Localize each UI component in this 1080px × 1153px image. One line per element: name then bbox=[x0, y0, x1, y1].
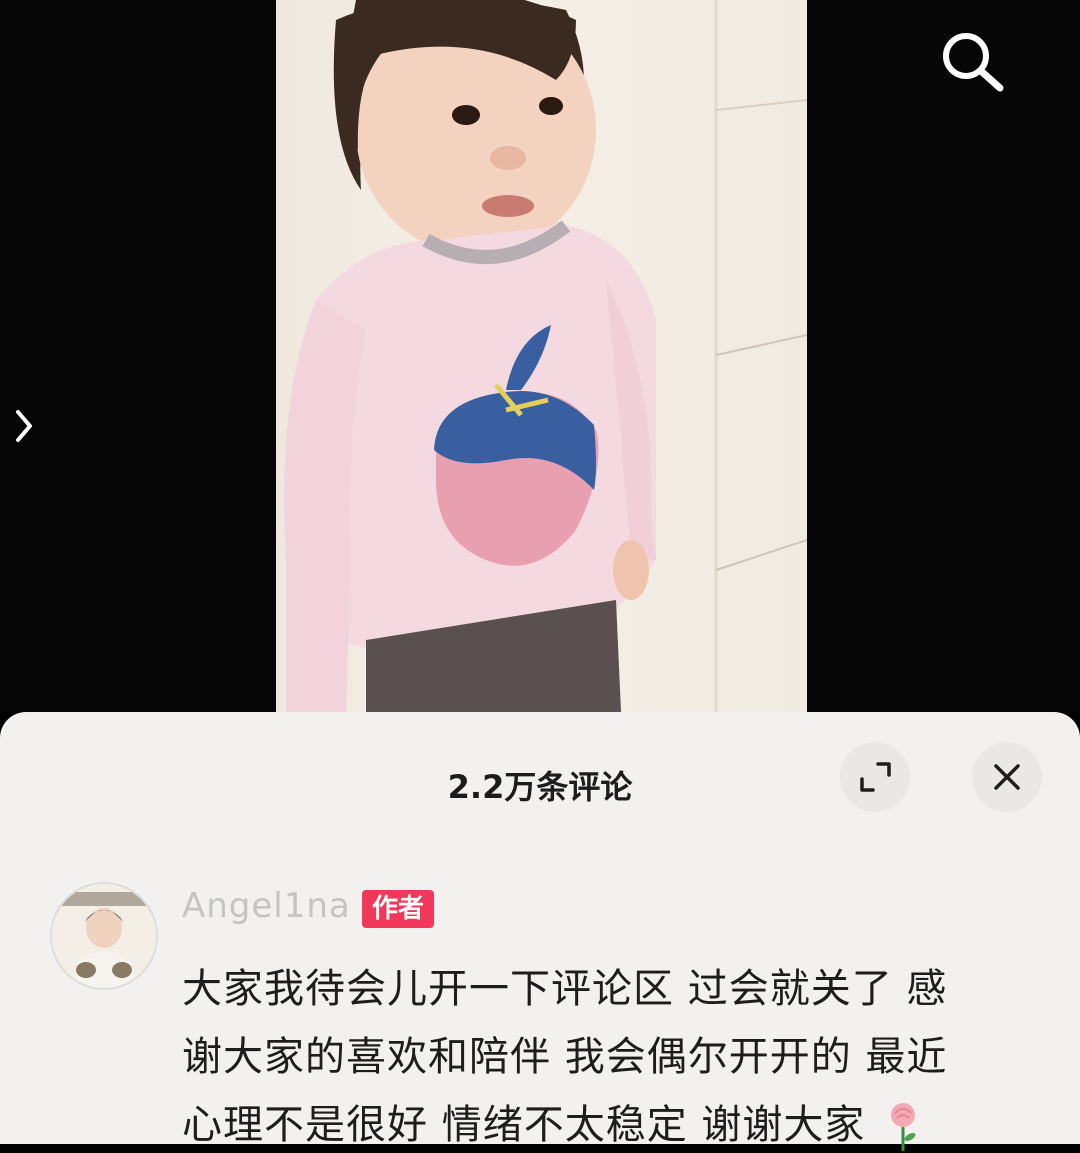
video-player[interactable] bbox=[0, 0, 1080, 712]
fullscreen-button[interactable] bbox=[840, 742, 910, 812]
fullscreen-icon bbox=[860, 762, 891, 792]
avatar[interactable] bbox=[50, 882, 158, 990]
search-icon bbox=[943, 33, 1004, 92]
close-icon bbox=[994, 764, 1020, 790]
comment-count-title: 2.2万条评论 bbox=[447, 768, 633, 806]
rose-icon bbox=[891, 1103, 916, 1151]
close-button[interactable] bbox=[972, 742, 1042, 812]
avatar-image bbox=[52, 884, 156, 988]
comment-text-line-2: 谢大家的喜欢和陪伴 我会偶尔开开的 最近 bbox=[182, 1034, 948, 1080]
expand-sidebar-button[interactable] bbox=[8, 404, 42, 448]
comment-text-line-3-text: 心理不是很好 情绪不太稳定 谢谢大家 bbox=[182, 1102, 866, 1148]
comment-text-line-1: 大家我待会儿开一下评论区 过会就关了 感 bbox=[182, 966, 948, 1012]
search-button[interactable] bbox=[936, 26, 1008, 98]
author-badge: 作者 bbox=[362, 890, 435, 928]
chevron-right-icon bbox=[16, 410, 32, 442]
video-frame[interactable] bbox=[276, 0, 807, 712]
comment-username[interactable]: Angel1na bbox=[182, 886, 351, 926]
child-photo bbox=[284, 0, 807, 712]
